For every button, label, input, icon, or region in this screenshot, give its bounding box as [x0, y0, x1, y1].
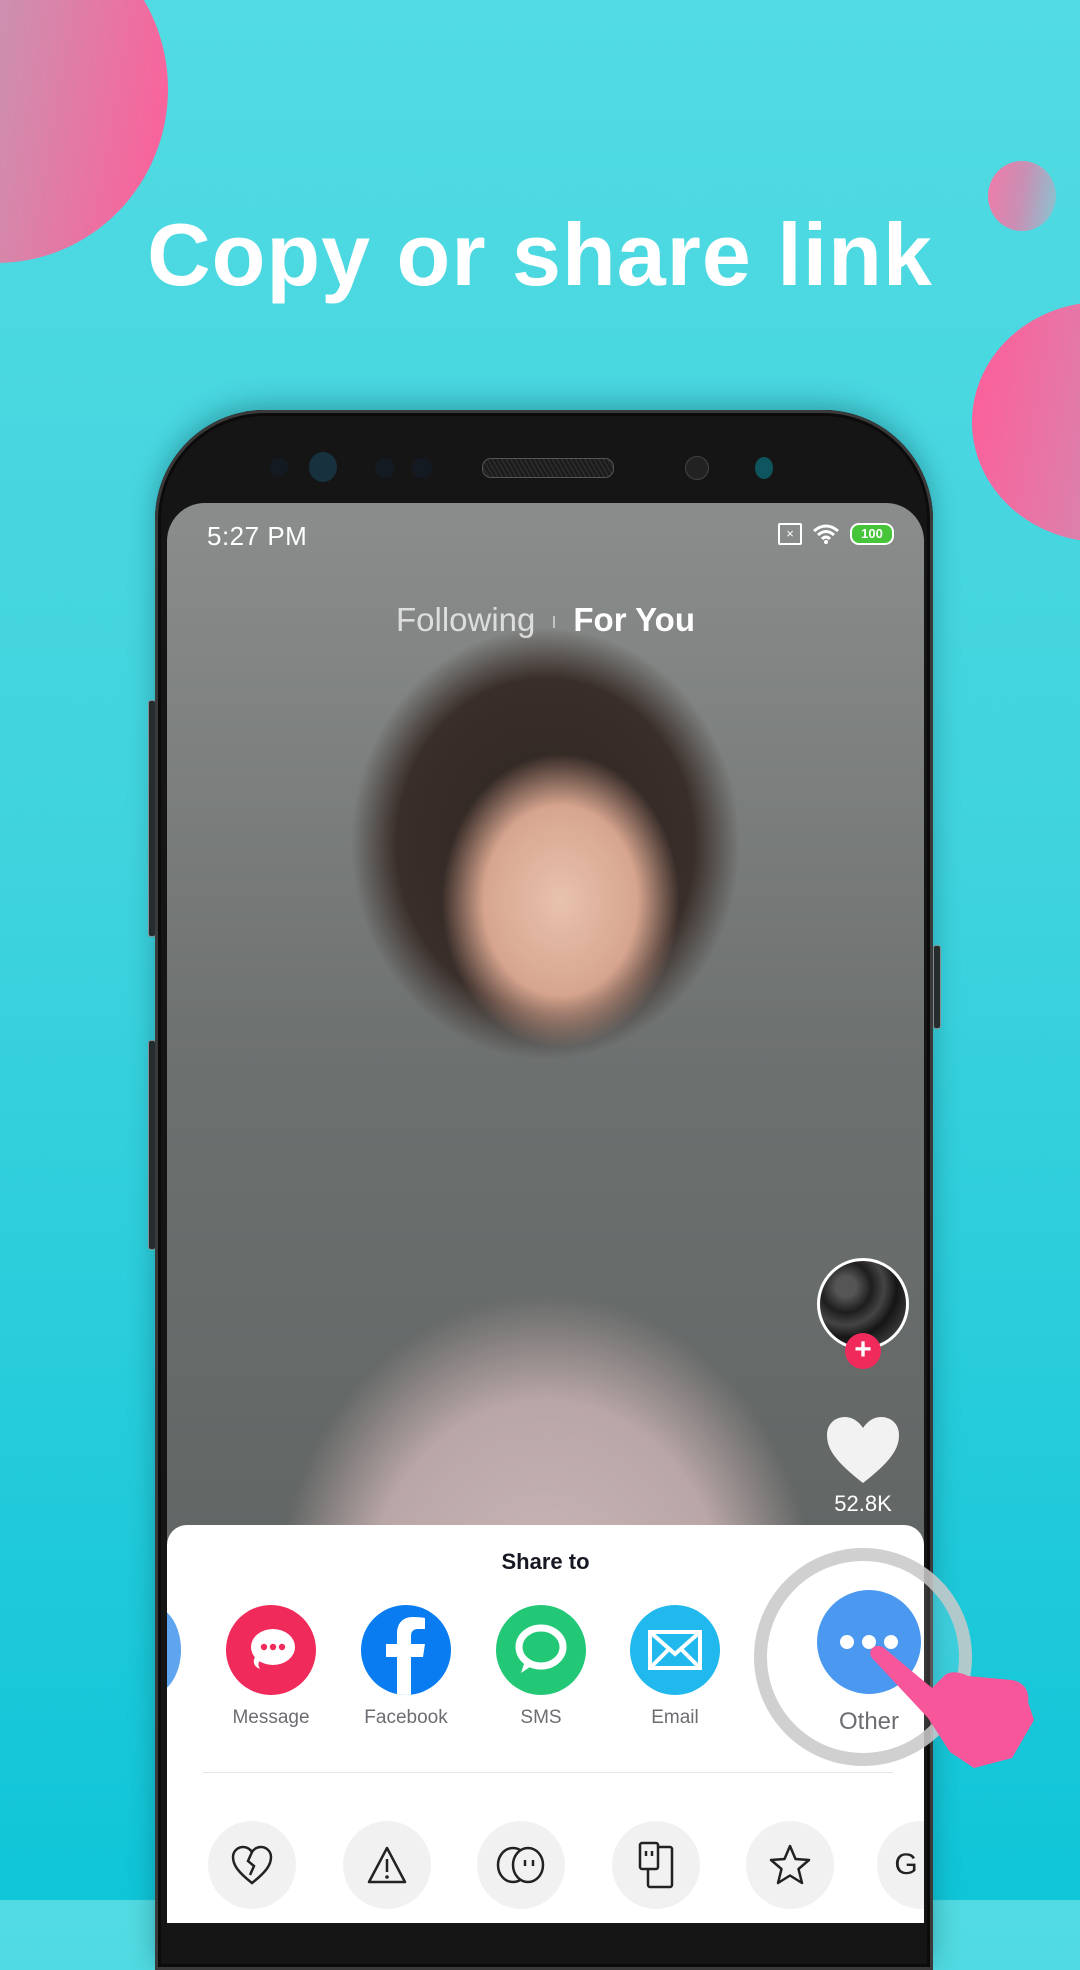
share-target-partial[interactable]: [167, 1605, 181, 1695]
share-target-sms[interactable]: SMS: [476, 1605, 606, 1729]
camera-icon: [309, 452, 337, 482]
like-count: 52.8K: [834, 1491, 892, 1516]
no-sim-icon: ×: [778, 523, 802, 545]
battery-icon: 100: [850, 523, 894, 545]
heart-icon[interactable]: [825, 1415, 901, 1485]
feed-tabs: Following For You: [167, 601, 924, 639]
status-time: 5:27 PM: [207, 521, 308, 551]
tab-separator: [553, 616, 556, 629]
front-camera-icon: [685, 456, 709, 480]
power-button: [933, 945, 941, 1029]
star-icon: [769, 1844, 811, 1885]
wifi-icon: [813, 524, 839, 544]
report-button[interactable]: [343, 1821, 431, 1909]
tab-following[interactable]: Following: [396, 601, 535, 638]
chat-bubble-icon: [496, 1605, 586, 1695]
broken-heart-icon: [231, 1845, 273, 1885]
message-bubble-icon: [226, 1605, 316, 1695]
share-target-label: Email: [651, 1707, 699, 1728]
status-icons: × 100: [778, 523, 894, 545]
earpiece-speaker: [482, 458, 614, 478]
duet-icon: [496, 1846, 545, 1884]
sensor-icon: [375, 458, 395, 478]
pointing-hand-icon: [870, 1645, 1034, 1768]
share-target-email[interactable]: Email: [610, 1605, 740, 1729]
warning-icon: [367, 1846, 407, 1884]
tab-for-you[interactable]: For You: [573, 601, 695, 638]
share-target-label: Message: [232, 1707, 310, 1728]
duet-button[interactable]: [477, 1821, 565, 1909]
add-to-favorites-button[interactable]: [746, 1821, 834, 1909]
status-bar: 5:27 PM × 100: [167, 517, 924, 557]
share-target-facebook[interactable]: Facebook: [341, 1605, 471, 1729]
facebook-icon: [361, 1605, 451, 1695]
share-target-message[interactable]: Message: [206, 1605, 336, 1729]
sensor-icon: [270, 458, 288, 476]
gif-icon: G: [894, 1848, 918, 1881]
gif-button[interactable]: G: [877, 1821, 924, 1909]
share-target-label: Facebook: [364, 1707, 448, 1728]
headline: Copy or share link: [147, 205, 933, 304]
sensor-icon: [412, 458, 432, 478]
decorative-circle: [972, 302, 1080, 542]
not-interested-button[interactable]: [208, 1821, 296, 1909]
envelope-icon: [630, 1605, 720, 1695]
share-target-label: SMS: [520, 1707, 562, 1728]
react-icon: [638, 1841, 674, 1889]
react-button[interactable]: [612, 1821, 700, 1909]
sensor-icon: [755, 457, 773, 479]
plus-icon[interactable]: +: [845, 1333, 881, 1369]
divider: [203, 1772, 893, 1773]
